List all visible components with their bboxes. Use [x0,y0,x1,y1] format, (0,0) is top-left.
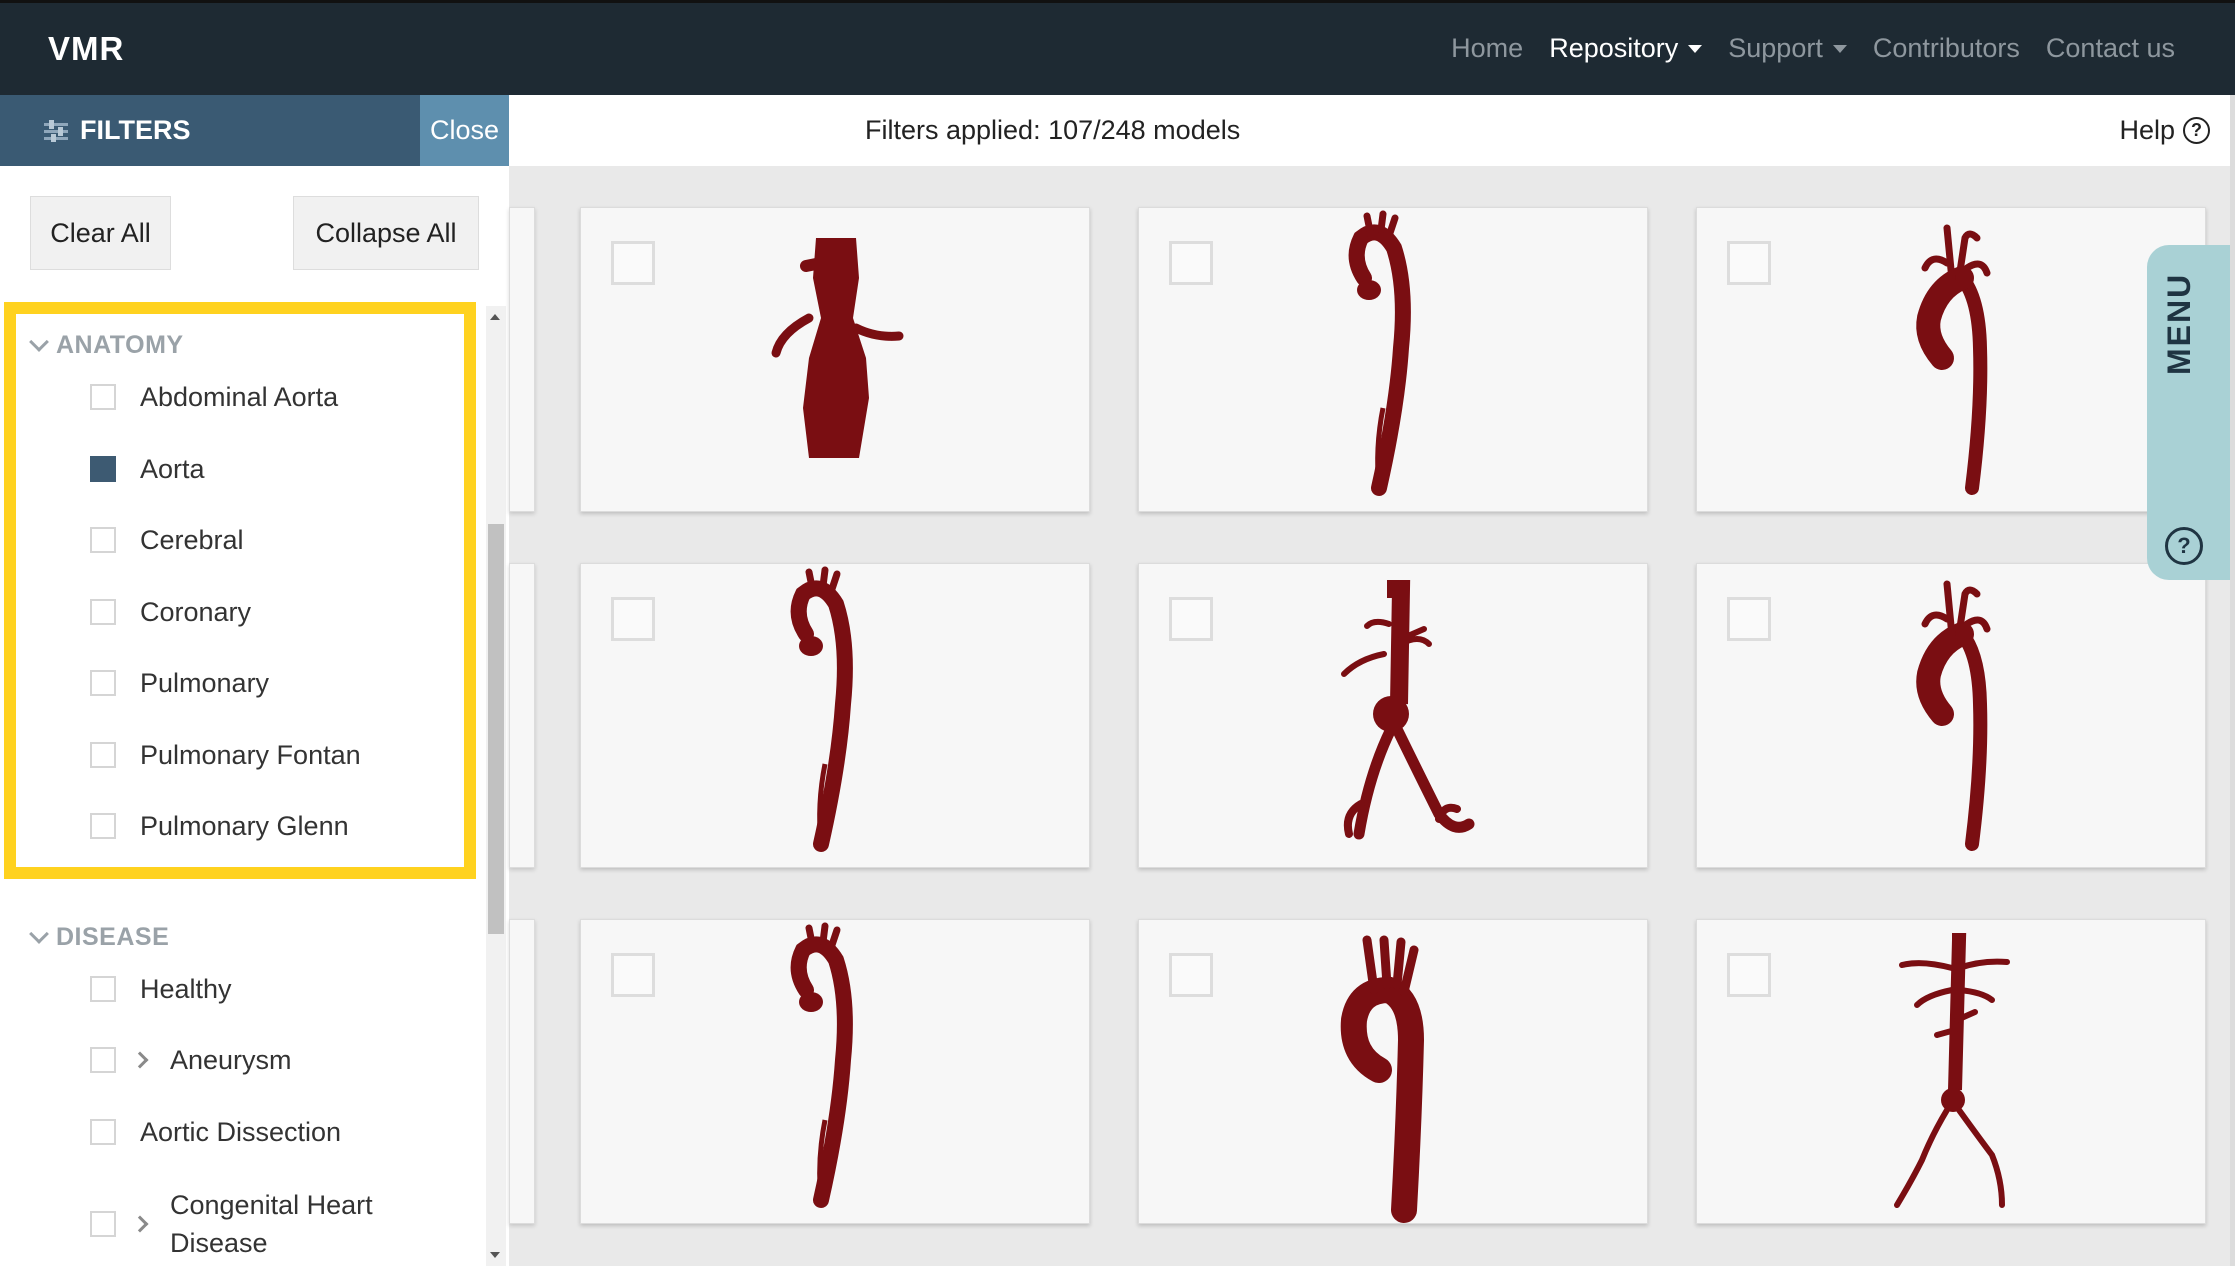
checkbox[interactable] [90,1119,116,1145]
nav-links: Home Repository Support Contributors Con… [1451,33,2175,64]
collapse-all-button[interactable]: Collapse All [293,196,479,270]
filter-option-pulmonary[interactable]: Pulmonary [90,664,269,702]
filter-option-aortic-dissection[interactable]: Aortic Dissection [90,1113,341,1151]
chevron-down-icon [1832,44,1847,53]
filters-sidebar: Clear All Collapse All ANATOMY Abdominal… [0,166,509,1266]
scroll-up-arrow-icon[interactable] [490,314,500,320]
chevron-down-icon [29,923,49,944]
help-link[interactable]: Help ? [2119,115,2210,146]
brand-logo[interactable]: VMR [48,30,124,68]
menu-label: MENU [2161,272,2197,375]
model-card[interactable] [580,207,1090,512]
chevron-right-icon[interactable] [131,1215,149,1233]
page-scrollbar[interactable] [2230,95,2235,1266]
filters-header: FILTERS [0,95,420,166]
checkbox[interactable] [90,742,116,768]
sidebar-scrollbar[interactable] [486,306,506,1266]
checkbox[interactable] [90,976,116,1002]
section-disease[interactable]: DISEASE [29,923,169,952]
results-topbar: Filters applied: 107/248 models Help ? [509,95,2230,166]
checkbox[interactable] [90,813,116,839]
checkbox[interactable] [90,599,116,625]
model-card-hidden[interactable] [509,919,535,1224]
model-card[interactable] [1696,919,2206,1224]
model-card[interactable] [1696,563,2206,868]
top-navbar: VMR Home Repository Support Contributors… [0,0,2235,95]
model-card[interactable] [580,563,1090,868]
side-menu-tab[interactable]: MENU ? [2147,245,2235,580]
section-anatomy[interactable]: ANATOMY [29,331,184,360]
model-card[interactable] [580,919,1090,1224]
filter-option-pulmonary-fontan[interactable]: Pulmonary Fontan [90,736,361,774]
model-card-hidden[interactable] [509,563,535,868]
filter-option-aorta[interactable]: Aorta [90,450,205,488]
question-circle-icon[interactable]: ? [2165,527,2203,565]
filter-option-abdominal-aorta[interactable]: Abdominal Aorta [90,378,338,416]
checkbox[interactable] [90,1047,116,1073]
filters-title: FILTERS [44,115,191,146]
scroll-down-arrow-icon[interactable] [490,1252,500,1258]
scrollbar-thumb[interactable] [488,524,504,934]
filter-option-healthy[interactable]: Healthy [90,970,232,1008]
chevron-down-icon [29,331,49,352]
model-card[interactable] [1138,563,1648,868]
filter-option-coronary[interactable]: Coronary [90,593,251,631]
nav-repository[interactable]: Repository [1549,33,1703,64]
model-card[interactable] [1138,207,1648,512]
close-filters-button[interactable]: Close [420,95,509,166]
model-card[interactable] [1138,919,1648,1224]
filter-option-aneurysm[interactable]: Aneurysm [90,1041,292,1079]
checkbox[interactable] [90,1211,116,1237]
nav-home[interactable]: Home [1451,33,1523,64]
chevron-right-icon[interactable] [131,1051,149,1069]
sliders-icon [44,119,68,142]
checkbox[interactable] [90,456,116,482]
nav-support[interactable]: Support [1728,33,1847,64]
checkbox[interactable] [90,527,116,553]
nav-contributors[interactable]: Contributors [1873,33,2020,64]
nav-contact[interactable]: Contact us [2046,33,2175,64]
model-card-hidden[interactable] [509,207,535,512]
filter-option-pulmonary-glenn[interactable]: Pulmonary Glenn [90,807,349,845]
checkbox[interactable] [90,670,116,696]
question-circle-icon: ? [2183,117,2210,144]
filter-option-congenital-heart-disease[interactable]: Congenital Heart Disease [90,1186,390,1262]
filters-applied-count: Filters applied: 107/248 models [865,115,1241,145]
filter-option-cerebral[interactable]: Cerebral [90,521,244,559]
model-card[interactable] [1696,207,2206,512]
clear-all-button[interactable]: Clear All [30,196,171,270]
checkbox[interactable] [90,384,116,410]
chevron-down-icon [1688,44,1703,53]
